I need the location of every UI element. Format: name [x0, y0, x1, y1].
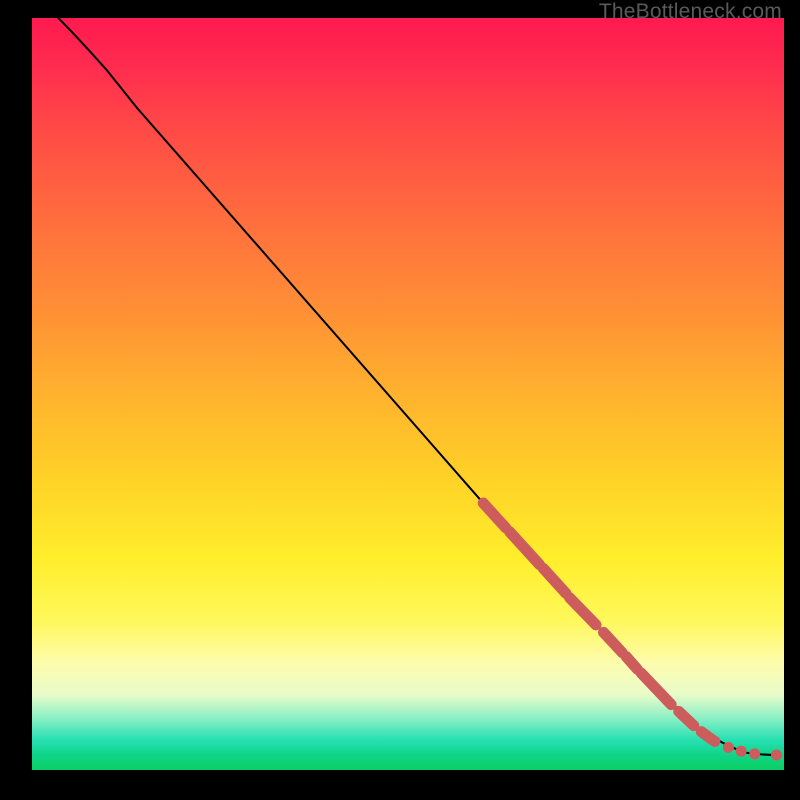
chart-overlay [32, 18, 784, 770]
highlight-dot [771, 749, 782, 760]
watermark-text: TheBottleneck.com [599, 0, 782, 24]
highlight-segment [626, 656, 637, 669]
highlight-segment [604, 632, 623, 652]
bottleneck-curve [58, 18, 776, 755]
highlight-dot [749, 748, 760, 759]
highlight-dot [709, 736, 720, 747]
chart-frame: TheBottleneck.com [0, 0, 800, 800]
highlight-segment [543, 568, 566, 593]
plot-area [32, 18, 784, 770]
highlight-dot [677, 710, 688, 721]
highlight-segment [510, 532, 540, 565]
highlight-segments [483, 503, 712, 740]
highlight-segment [483, 503, 506, 528]
highlight-dot [736, 746, 747, 757]
highlight-segment [570, 598, 596, 625]
highlight-dot [723, 742, 734, 753]
highlight-segment [641, 673, 671, 705]
